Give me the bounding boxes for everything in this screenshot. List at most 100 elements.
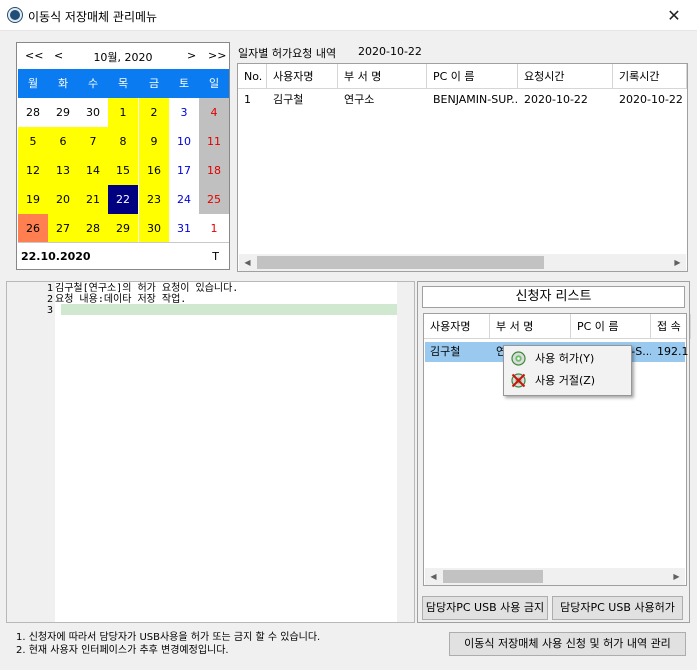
calendar-day[interactable]: 28 <box>78 214 108 243</box>
editor-scrollbar[interactable] <box>397 282 414 622</box>
column-header[interactable]: PC 이 름 <box>427 64 518 89</box>
calendar-day[interactable]: 3 <box>169 98 199 127</box>
next-year-button[interactable]: >> <box>208 49 226 62</box>
request-grid-header: No. 사용자명 부 서 명 PC 이 름 요청시간 기록시간 <box>238 64 687 89</box>
denied-disc-icon <box>511 373 526 388</box>
calendar-day[interactable]: 8 <box>108 127 138 156</box>
menu-item-allow[interactable]: 사용 허가(Y) <box>506 348 630 370</box>
message-editor[interactable]: 1 김구철[연구소]의 허가 요청이 있습니다. 2 요청 내용:데이타 저장 작업.… <box>6 281 415 623</box>
calendar-day[interactable]: 19 <box>18 185 48 214</box>
table-cell: 김구철 <box>430 345 461 358</box>
usage-history-button[interactable]: 이동식 저장매체 사용 신청 및 허가 내역 관리 <box>449 632 686 656</box>
column-header[interactable]: No. <box>238 64 267 89</box>
calendar: << < 10월, 2020 > >> 월화수목금토일 28 29 30 1 2 3 4 5 6… <box>16 42 230 270</box>
context-menu: 사용 허가(Y) 사용 거절(Z) <box>503 345 632 396</box>
current-line-highlight <box>61 304 404 315</box>
applicant-panel: 신청자 리스트 사용자명부 서 명PC 이 름접 속 김구철연구소BENJAMI… <box>417 281 691 623</box>
table-cell: 2020-10-22 <box>524 93 588 106</box>
cd-disc-icon <box>511 351 526 366</box>
calendar-day[interactable]: 12 <box>18 156 48 185</box>
editor-line[interactable]: 김구철[연구소]의 허가 요청이 있습니다. <box>55 283 238 294</box>
calendar-day[interactable]: 26 <box>18 214 48 243</box>
line-number-gutter <box>7 282 55 622</box>
calendar-day[interactable]: 29 <box>108 214 138 243</box>
request-date-value[interactable]: 2020-10-22 <box>358 45 422 58</box>
calendar-day[interactable]: 2 <box>139 98 169 127</box>
calendar-day[interactable]: 10 <box>169 127 199 156</box>
weekday-label: 월 <box>27 77 39 90</box>
column-header[interactable]: 기록시간 <box>613 64 687 89</box>
column-header[interactable]: 사용자명 <box>424 314 490 339</box>
calendar-day[interactable]: 27 <box>48 214 78 243</box>
column-header[interactable]: 접 속 <box>651 314 691 339</box>
applicant-list-title: 신청자 리스트 <box>422 286 685 308</box>
calendar-day[interactable]: 9 <box>139 127 169 156</box>
scroll-thumb[interactable] <box>257 256 544 269</box>
next-month-button[interactable]: > <box>187 49 196 62</box>
footer-notes: 1. 신청자에 따라서 담당자가 USB사용을 허가 또는 금지 할 수 있습니… <box>16 631 320 657</box>
calendar-day[interactable]: 7 <box>78 127 108 156</box>
editor-line[interactable]: 요청 내용:데이타 저장 작업. <box>55 294 186 305</box>
usb-allow-button[interactable]: 담당자PC USB 사용허가 <box>552 596 683 620</box>
scroll-thumb[interactable] <box>443 570 543 583</box>
calendar-day[interactable]: 5 <box>18 127 48 156</box>
calendar-day[interactable]: 20 <box>48 185 78 214</box>
calendar-day[interactable]: 14 <box>78 156 108 185</box>
calendar-day[interactable]: 22 <box>108 185 138 214</box>
table-cell: 2020-10-22 <box>619 93 683 106</box>
request-grid-scrollbar[interactable]: ◀ ▶ <box>239 254 686 271</box>
calendar-day[interactable]: 23 <box>139 185 169 214</box>
today-label[interactable]: 22.10.2020 <box>21 250 91 263</box>
table-cell: 김구철 <box>273 93 304 106</box>
weekday-label: 화 <box>57 77 69 90</box>
close-button[interactable]: ✕ <box>651 0 697 31</box>
calendar-day[interactable]: 29 <box>48 98 78 127</box>
menu-item-label: 사용 거절(Z) <box>535 374 596 387</box>
weekday-label: 목 <box>117 77 129 90</box>
calendar-day[interactable]: 21 <box>78 185 108 214</box>
calendar-day[interactable]: 4 <box>199 98 229 127</box>
table-cell: 192.1 <box>657 345 689 358</box>
calendar-day[interactable]: 28 <box>18 98 48 127</box>
calendar-day[interactable]: 30 <box>139 214 169 243</box>
calendar-day[interactable]: 1 <box>108 98 138 127</box>
calendar-day[interactable]: 1 <box>199 214 229 243</box>
footer-note: 1. 신청자에 따라서 담당자가 USB사용을 허가 또는 금지 할 수 있습니… <box>16 632 321 643</box>
weekday-header: 월화수목금토일 <box>18 69 229 98</box>
column-header[interactable]: 부 서 명 <box>490 314 571 339</box>
calendar-day[interactable]: 31 <box>169 214 199 243</box>
title-bar: 이동식 저장매체 관리메뉴 ✕ <box>0 0 697 31</box>
calendar-month-label[interactable]: 10월, 2020 <box>17 49 229 65</box>
calendar-day[interactable]: 24 <box>169 185 199 214</box>
scroll-right-arrow-icon[interactable]: ▶ <box>669 254 686 271</box>
applicant-grid-header: 사용자명 부 서 명 PC 이 름접 속 <box>424 314 691 339</box>
menu-item-deny[interactable]: 사용 거절(Z) <box>506 370 630 392</box>
calendar-day[interactable]: 18 <box>199 156 229 185</box>
today-shortcut[interactable]: T <box>212 250 219 263</box>
table-cell: BENJAMIN-SUP... <box>433 93 518 106</box>
column-header[interactable]: 요청시간 <box>518 64 613 89</box>
calendar-day[interactable]: 15 <box>108 156 138 185</box>
column-header[interactable]: PC 이 름 <box>571 314 651 339</box>
calendar-day[interactable]: 16 <box>139 156 169 185</box>
line-number: 1 <box>46 283 53 294</box>
calendar-day[interactable]: 17 <box>169 156 199 185</box>
applicant-grid-scrollbar[interactable]: ◀ ▶ <box>425 568 685 585</box>
window-title: 이동식 저장매체 관리메뉴 <box>28 10 158 24</box>
calendar-footer: 22.10.2020 T <box>18 242 229 269</box>
scroll-right-arrow-icon[interactable]: ▶ <box>668 568 685 585</box>
calendar-day[interactable]: 11 <box>199 127 229 156</box>
scroll-left-arrow-icon[interactable]: ◀ <box>239 254 256 271</box>
weekday-label: 일 <box>208 77 220 90</box>
weekday-label: 금 <box>148 77 160 90</box>
calendar-day[interactable]: 6 <box>48 127 78 156</box>
calendar-day[interactable]: 13 <box>48 156 78 185</box>
calendar-day[interactable]: 25 <box>199 185 229 214</box>
calendar-day[interactable]: 30 <box>78 98 108 127</box>
scroll-left-arrow-icon[interactable]: ◀ <box>425 568 442 585</box>
usb-deny-button[interactable]: 담당자PC USB 사용 금지 <box>422 596 548 620</box>
app-icon <box>8 8 22 22</box>
request-grid[interactable]: No. 사용자명 부 서 명 PC 이 름 요청시간 기록시간 1 김구철 연구소 BENJAM… <box>237 63 688 272</box>
column-header[interactable]: 부 서 명 <box>338 64 427 89</box>
column-header[interactable]: 사용자명 <box>267 64 338 89</box>
